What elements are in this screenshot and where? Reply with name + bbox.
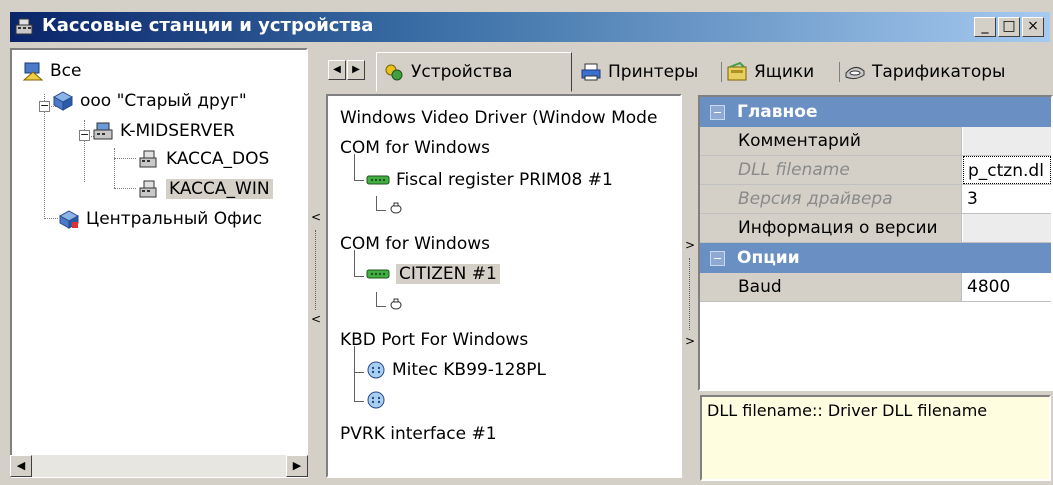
device-item[interactable]: KBD Port For Windows xyxy=(340,330,528,350)
tree-horizontal-scrollbar[interactable]: ◀ ▶ xyxy=(10,455,308,477)
collapse-group-icon[interactable] xyxy=(710,104,725,120)
collapse-toggle[interactable]: − xyxy=(39,100,50,112)
property-row[interactable]: Информация о версии xyxy=(700,214,1051,243)
tree-item-station-win[interactable]: KACCA_WIN xyxy=(138,178,273,200)
tree-item-server[interactable]: K-MIDSERVER xyxy=(92,120,235,142)
network-folder-icon xyxy=(22,62,44,81)
close-button[interactable]: × xyxy=(1022,17,1044,37)
property-group-options[interactable]: Опции xyxy=(700,243,1051,273)
right-splitter[interactable]: > > xyxy=(684,230,696,360)
device-item[interactable]: Fiscal register PRIM08 #1 xyxy=(366,170,613,190)
dll-filename-field[interactable]: p_ctzn.dl xyxy=(963,156,1051,184)
tariff-icon xyxy=(845,67,865,80)
tree-item-all[interactable]: Все xyxy=(22,60,81,82)
maximize-button[interactable]: □ xyxy=(998,17,1020,37)
window-title: Кассовые станции и устройства xyxy=(42,15,374,36)
collapse-toggle[interactable]: − xyxy=(79,129,90,141)
title-bar[interactable]: Кассовые станции и устройства _ □ × xyxy=(10,12,1050,42)
minimize-button[interactable]: _ xyxy=(974,17,996,37)
device-tree[interactable]: Windows Video Driver (Window Mode COM fo… xyxy=(326,94,682,478)
left-splitter[interactable]: < < xyxy=(310,200,322,340)
company-icon xyxy=(52,91,74,111)
com-port-icon xyxy=(366,175,390,185)
collapse-right-arrow[interactable]: > xyxy=(685,238,695,252)
device-tabs: ◀ ▶ Устройства Принтеры Ящики Тарификато… xyxy=(324,48,1050,94)
devices-icon xyxy=(385,64,403,81)
tree-item-office[interactable]: Центральный Офис xyxy=(58,208,262,230)
device-icon xyxy=(390,202,402,214)
device-item[interactable]: PVRK interface #1 xyxy=(340,424,497,444)
device-item[interactable]: Windows Video Driver (Window Mode xyxy=(340,108,657,128)
device-item[interactable] xyxy=(388,297,410,311)
property-group-main[interactable]: Главное xyxy=(700,97,1051,127)
com-port-icon xyxy=(366,269,390,279)
property-row[interactable]: Комментарий xyxy=(700,127,1051,156)
tab-scroll-left-button[interactable]: ◀ xyxy=(328,60,346,80)
property-row[interactable]: DLL filename p_ctzn.dl xyxy=(700,156,1051,185)
cash-register-icon xyxy=(15,18,33,35)
keyboard-port-icon xyxy=(367,391,385,409)
office-icon xyxy=(58,210,80,229)
cash-register-icon xyxy=(139,180,157,198)
property-description: DLL filename:: Driver DLL filename xyxy=(700,395,1051,481)
tree-item-company[interactable]: ооо "Старый друг" xyxy=(52,90,247,112)
device-item[interactable] xyxy=(388,201,410,215)
device-item[interactable]: Mitec KB99-128PL xyxy=(366,360,546,380)
property-row[interactable]: Baud 4800 xyxy=(700,273,1051,302)
scroll-right-button[interactable]: ▶ xyxy=(286,455,308,477)
tab-scroll-right-button[interactable]: ▶ xyxy=(347,60,365,80)
tab-drawers[interactable]: Ящики xyxy=(726,54,814,90)
main-window: Кассовые станции и устройства _ □ × − − … xyxy=(0,0,1053,485)
tab-tariffs[interactable]: Тарификаторы xyxy=(844,54,1005,90)
collapse-group-icon[interactable] xyxy=(710,250,725,266)
drawer-icon xyxy=(727,61,747,81)
tab-printers[interactable]: Принтеры xyxy=(580,54,698,90)
keyboard-port-icon xyxy=(367,361,385,379)
device-item-selected[interactable]: CITIZEN #1 xyxy=(366,264,500,284)
expand-left-arrow[interactable]: < xyxy=(311,312,321,326)
station-tree[interactable]: − − Все ооо "Старый друг" K-MIDSERVER KA… xyxy=(10,48,308,478)
tab-devices[interactable]: Устройства xyxy=(376,52,572,92)
device-item[interactable] xyxy=(366,390,392,410)
expand-right-arrow[interactable]: > xyxy=(685,334,695,348)
scroll-left-button[interactable]: ◀ xyxy=(10,455,32,477)
device-item[interactable]: COM for Windows xyxy=(340,234,490,254)
device-icon xyxy=(390,298,402,310)
server-icon xyxy=(93,122,113,140)
cash-register-icon xyxy=(139,150,157,168)
printer-icon xyxy=(581,63,601,81)
property-row[interactable]: Версия драйвера 3 xyxy=(700,185,1051,214)
tree-item-station-dos[interactable]: KACCA_DOS xyxy=(138,148,269,170)
collapse-left-arrow[interactable]: < xyxy=(311,210,321,224)
device-item[interactable]: COM for Windows xyxy=(340,138,490,158)
